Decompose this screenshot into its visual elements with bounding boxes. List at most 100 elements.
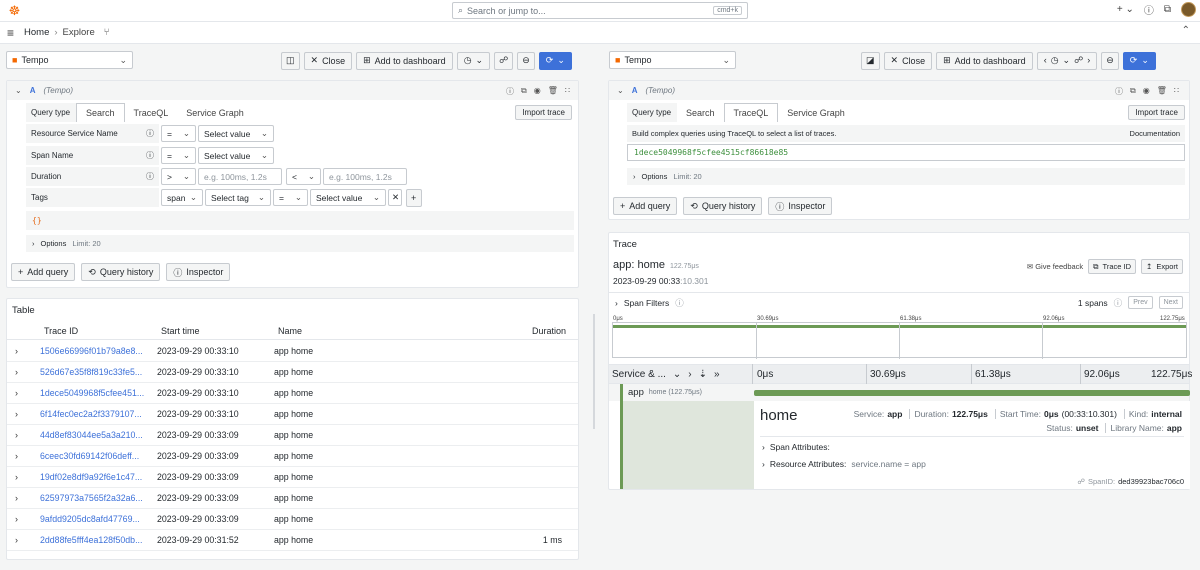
col-start-time[interactable]: Start time bbox=[161, 326, 278, 336]
span-bar[interactable] bbox=[754, 390, 1190, 396]
query-history-button[interactable]: ⟲ Query history bbox=[81, 263, 161, 281]
table-row[interactable]: › 6ceec30fd69142f06deff... 2023-09-29 00:3… bbox=[7, 446, 578, 467]
options-row[interactable]: › Options Limit: 20 bbox=[627, 168, 1185, 185]
inspector-button[interactable]: ⓘ Inspector bbox=[768, 197, 833, 215]
resource-attributes-toggle[interactable]: › Resource Attributes: service.name = ap… bbox=[762, 459, 926, 469]
chevron-right-icon[interactable]: › bbox=[688, 369, 691, 380]
close-button[interactable]: ✕ Close bbox=[883, 51, 933, 70]
chevron-down-icon[interactable]: ⌄ bbox=[673, 369, 681, 380]
chevron-up-icon[interactable]: ⌃ bbox=[1182, 25, 1190, 36]
duplicate-icon[interactable]: ⧉ bbox=[1130, 86, 1136, 97]
add-to-dashboard-button[interactable]: ⊞ Add to dashboard bbox=[936, 51, 1033, 70]
datasource-picker-right[interactable]: ■ Tempo ⌄ bbox=[609, 51, 736, 69]
duration-min-input[interactable]: e.g. 100ms, 1.2s bbox=[198, 168, 282, 185]
table-row[interactable]: › 9afdd9205dc8afd47769... 2023-09-29 00:33… bbox=[7, 509, 578, 530]
duplicate-icon[interactable]: ⧉ bbox=[521, 86, 527, 97]
tag-scope-select[interactable]: span ⌄ bbox=[161, 189, 203, 206]
trash-icon[interactable]: 🗑 bbox=[548, 86, 558, 97]
expand-row-icon[interactable]: › bbox=[7, 430, 40, 440]
expand-row-icon[interactable]: › bbox=[7, 367, 40, 377]
close-button[interactable]: ✕ Close bbox=[303, 51, 353, 70]
tab-search[interactable]: Search bbox=[677, 103, 724, 122]
query-history-button[interactable]: ⟲ Query history bbox=[683, 197, 763, 215]
traceql-query-input[interactable]: 1dece5049968f5cfee4515cf86618e85 bbox=[627, 144, 1185, 161]
new-menu-button[interactable]: + ⌄ bbox=[1117, 4, 1134, 15]
time-range-button[interactable]: ‹ ◷ ⌄ ☍ › bbox=[1036, 51, 1098, 70]
expand-one-icon[interactable]: » bbox=[714, 369, 720, 380]
search-bar[interactable]: ⌕ Search or jump to... cmd+k bbox=[452, 2, 748, 19]
span-attributes-toggle[interactable]: › Span Attributes: bbox=[762, 442, 830, 452]
trace-id-link[interactable]: 1dece5049968f5cfee451... bbox=[40, 388, 157, 398]
tab-service-graph[interactable]: Service Graph bbox=[778, 103, 854, 122]
trace-id-link[interactable]: 44d8ef83044ee5a3a210... bbox=[40, 430, 157, 440]
options-row[interactable]: › Options Limit: 20 bbox=[26, 235, 574, 252]
span-service[interactable]: app bbox=[628, 387, 644, 398]
next-button[interactable]: Next bbox=[1158, 296, 1183, 309]
zoom-out-button[interactable]: ⊖ bbox=[517, 51, 535, 70]
expand-row-icon[interactable]: › bbox=[7, 493, 40, 503]
trace-id-button[interactable]: ⧉ Trace ID bbox=[1088, 259, 1137, 274]
import-trace-button[interactable]: Import trace bbox=[515, 105, 572, 120]
table-row[interactable]: › 62597973a7565f2a32a6... 2023-09-29 00:33… bbox=[7, 488, 578, 509]
expand-row-icon[interactable]: › bbox=[7, 409, 40, 419]
expand-row-icon[interactable]: › bbox=[7, 451, 40, 461]
span-name-value-select[interactable]: Select value ⌄ bbox=[198, 147, 274, 164]
table-row[interactable]: › 526d67e35f8f819c33fe5... 2023-09-29 00:3… bbox=[7, 362, 578, 383]
trace-id-link[interactable]: 1506e66996f01b79a8e8... bbox=[40, 346, 157, 356]
tag-operator-select[interactable]: = ⌄ bbox=[273, 189, 308, 206]
add-tag-button[interactable]: + bbox=[406, 188, 422, 207]
drag-handle-icon[interactable]: ∷ bbox=[565, 86, 570, 97]
tag-key-select[interactable]: Select tag ⌄ bbox=[205, 189, 271, 206]
news-icon[interactable]: ⧉ bbox=[1164, 4, 1171, 15]
expand-all-icon[interactable]: ⇣ bbox=[699, 369, 707, 380]
table-row[interactable]: › 6f14fec0ec2a2f3379107... 2023-09-29 00:3… bbox=[7, 404, 578, 425]
operator-select[interactable]: = ⌄ bbox=[161, 125, 196, 142]
trace-id-link[interactable]: 9afdd9205dc8afd47769... bbox=[40, 514, 157, 524]
eye-icon[interactable]: ◉ bbox=[1143, 86, 1150, 97]
expand-row-icon[interactable]: › bbox=[7, 346, 40, 356]
help-icon[interactable]: ⓘ bbox=[506, 86, 514, 97]
expand-row-icon[interactable]: › bbox=[7, 388, 40, 398]
collapse-query-icon[interactable]: ⌄ bbox=[617, 86, 624, 95]
remove-tag-button[interactable]: ✕ bbox=[388, 189, 402, 206]
tab-traceql[interactable]: TraceQL bbox=[125, 103, 178, 122]
trace-minimap[interactable] bbox=[612, 322, 1187, 359]
add-query-button[interactable]: + Add query bbox=[613, 197, 678, 215]
give-feedback-link[interactable]: ✉ Give feedback bbox=[1027, 262, 1083, 271]
breadcrumb-home[interactable]: Home bbox=[24, 27, 49, 38]
expand-row-icon[interactable]: › bbox=[7, 535, 40, 545]
drag-handle-icon[interactable]: ∷ bbox=[1174, 86, 1179, 97]
add-query-button[interactable]: + Add query bbox=[11, 263, 76, 281]
help-icon[interactable]: ⓘ bbox=[1115, 86, 1123, 97]
documentation-link[interactable]: Documentation bbox=[1130, 129, 1180, 138]
eye-icon[interactable]: ◉ bbox=[534, 86, 541, 97]
duration-max-input[interactable]: e.g. 100ms, 1.2s bbox=[323, 168, 407, 185]
datasource-picker-left[interactable]: ■ Tempo ⌄ bbox=[6, 51, 133, 69]
col-trace-id[interactable]: Trace ID bbox=[44, 326, 161, 336]
split-pane-button[interactable]: ◪ bbox=[861, 51, 880, 70]
import-trace-button[interactable]: Import trace bbox=[1128, 105, 1185, 120]
resource-service-value-select[interactable]: Select value ⌄ bbox=[198, 125, 274, 142]
trace-id-link[interactable]: 6ceec30fd69142f06deff... bbox=[40, 451, 157, 461]
prev-button[interactable]: Prev bbox=[1128, 296, 1153, 309]
menu-icon[interactable]: ≡ bbox=[7, 26, 14, 40]
table-row[interactable]: › 1506e66996f01b79a8e8... 2023-09-29 00:33… bbox=[7, 341, 578, 362]
operator-select[interactable]: = ⌄ bbox=[161, 147, 196, 164]
split-pane-button[interactable]: ◫ bbox=[281, 51, 300, 70]
trace-id-link[interactable]: 19df02e8df9a92f6e1c47... bbox=[40, 472, 157, 482]
link-icon[interactable]: ☍ bbox=[1077, 477, 1085, 486]
grafana-logo-icon[interactable]: ☸ bbox=[7, 3, 22, 18]
table-row[interactable]: › 19df02e8df9a92f6e1c47... 2023-09-29 00:3… bbox=[7, 467, 578, 488]
zoom-out-button[interactable]: ⊖ bbox=[1101, 51, 1119, 70]
duration-max-operator[interactable]: < ⌄ bbox=[286, 168, 321, 185]
export-button[interactable]: ↥ Export bbox=[1141, 259, 1183, 274]
avatar[interactable] bbox=[1181, 2, 1196, 17]
trash-icon[interactable]: 🗑 bbox=[1157, 86, 1167, 97]
trace-id-link[interactable]: 62597973a7565f2a32a6... bbox=[40, 493, 157, 503]
table-row[interactable]: › 1dece5049968f5cfee451... 2023-09-29 00:3… bbox=[7, 383, 578, 404]
share-icon[interactable]: ⑂ bbox=[104, 27, 110, 38]
tab-service-graph[interactable]: Service Graph bbox=[177, 103, 253, 122]
expand-row-icon[interactable]: › bbox=[7, 472, 40, 482]
inspector-button[interactable]: ⓘ Inspector bbox=[166, 263, 231, 281]
col-name[interactable]: Name bbox=[278, 326, 504, 336]
